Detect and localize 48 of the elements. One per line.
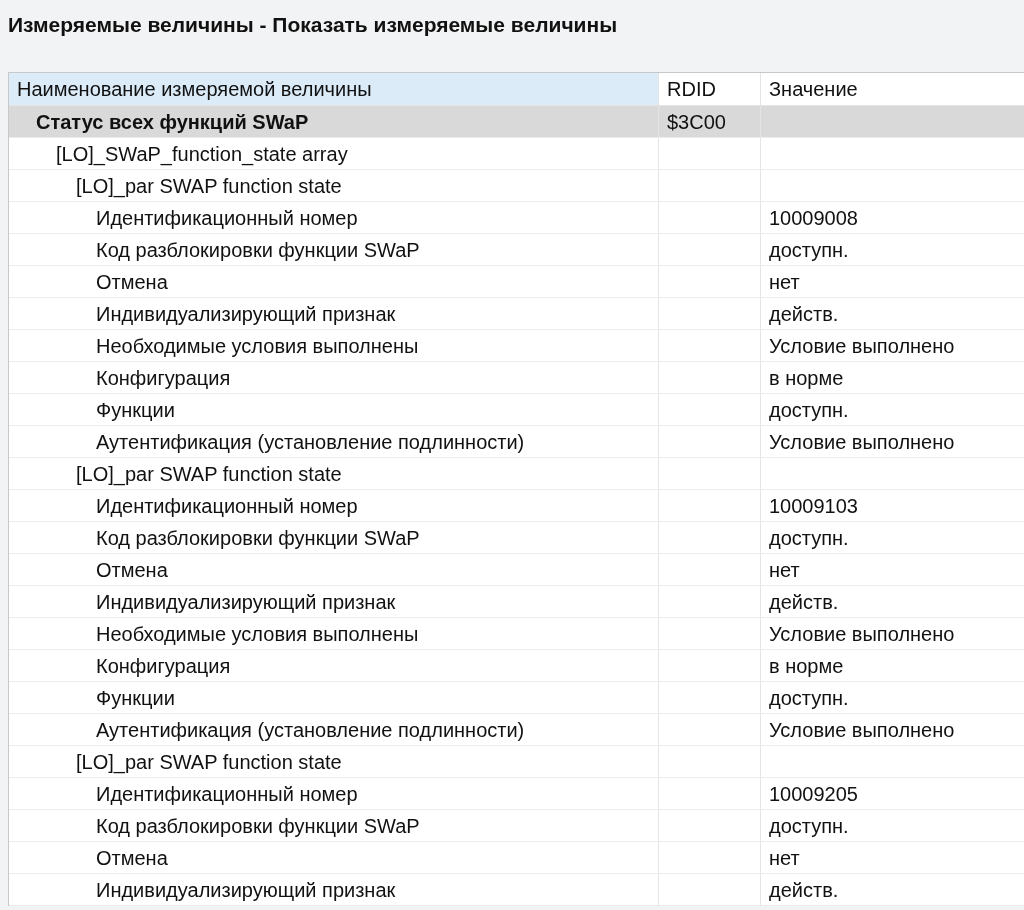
- tree-node-label[interactable]: Статус всех функций SWaP: [36, 109, 309, 134]
- tree-node-label[interactable]: Аутентификация (установление подлинности): [96, 429, 525, 454]
- value-cell: действ.: [769, 301, 839, 326]
- value-cell: Условие выполнено: [769, 333, 955, 358]
- tree-node-label[interactable]: Идентификационный номер: [96, 205, 358, 230]
- tree-node-label[interactable]: Код разблокировки функции SWaP: [96, 525, 420, 550]
- value-cell: Условие выполнено: [769, 717, 955, 742]
- value-cell: действ.: [769, 877, 839, 902]
- value-cell: действ.: [769, 589, 839, 614]
- tree-node-label[interactable]: Конфигурация: [96, 653, 231, 678]
- tree-node-label[interactable]: Отмена: [96, 269, 168, 294]
- tree-node-label[interactable]: Код разблокировки функции SWaP: [96, 237, 420, 262]
- page-title: Измеряемые величины - Показать измеряемые величины: [8, 12, 618, 38]
- value-cell: доступн.: [769, 813, 849, 838]
- tree-node-label[interactable]: [LO]_par SWAP function state: [76, 749, 342, 774]
- value-cell: 10009008: [769, 205, 858, 230]
- value-cell: нет: [769, 845, 800, 870]
- value-cell: в норме: [769, 365, 844, 390]
- tree-node-label[interactable]: Отмена: [96, 557, 168, 582]
- tree-node-label[interactable]: Идентификационный номер: [96, 493, 358, 518]
- tree-node-label[interactable]: Необходимые условия выполнены: [96, 333, 419, 358]
- value-cell: доступн.: [769, 237, 849, 262]
- tree-node-label[interactable]: Индивидуализирующий признак: [96, 877, 396, 902]
- tree-node-label[interactable]: Отмена: [96, 845, 168, 870]
- value-cell: доступн.: [769, 525, 849, 550]
- tree-node-label[interactable]: Индивидуализирующий признак: [96, 301, 396, 326]
- value-cell: доступн.: [769, 685, 849, 710]
- tree-node-label[interactable]: Аутентификация (установление подлинности): [96, 717, 525, 742]
- tree-node-label[interactable]: [LO]_par SWAP function state: [76, 461, 342, 486]
- value-cell: нет: [769, 269, 800, 294]
- value-cell: в норме: [769, 653, 844, 678]
- tree-node-label[interactable]: Код разблокировки функции SWaP: [96, 813, 420, 838]
- column-header[interactable]: Наименование измеряемой величины: [9, 73, 659, 105]
- tree-node-label[interactable]: Функции: [96, 685, 175, 710]
- tree-node-label[interactable]: Функции: [96, 397, 175, 422]
- value-cell: Условие выполнено: [769, 429, 955, 454]
- tree-node-label[interactable]: Идентификационный номер: [96, 781, 358, 806]
- value-cell: нет: [769, 557, 800, 582]
- rdid-cell: $3C00: [667, 109, 726, 134]
- tree-node-label[interactable]: Конфигурация: [96, 365, 231, 390]
- tree-node-label[interactable]: Индивидуализирующий признак: [96, 589, 396, 614]
- value-cell: 10009103: [769, 493, 858, 518]
- value-cell: 10009205: [769, 781, 858, 806]
- tree-node-label[interactable]: Необходимые условия выполнены: [96, 621, 419, 646]
- value-cell: Условие выполнено: [769, 621, 955, 646]
- value-cell: доступн.: [769, 397, 849, 422]
- tree-node-label[interactable]: [LO]_par SWAP function state: [76, 173, 342, 198]
- tree-node-label[interactable]: [LO]_SWaP_function_state array: [56, 141, 348, 166]
